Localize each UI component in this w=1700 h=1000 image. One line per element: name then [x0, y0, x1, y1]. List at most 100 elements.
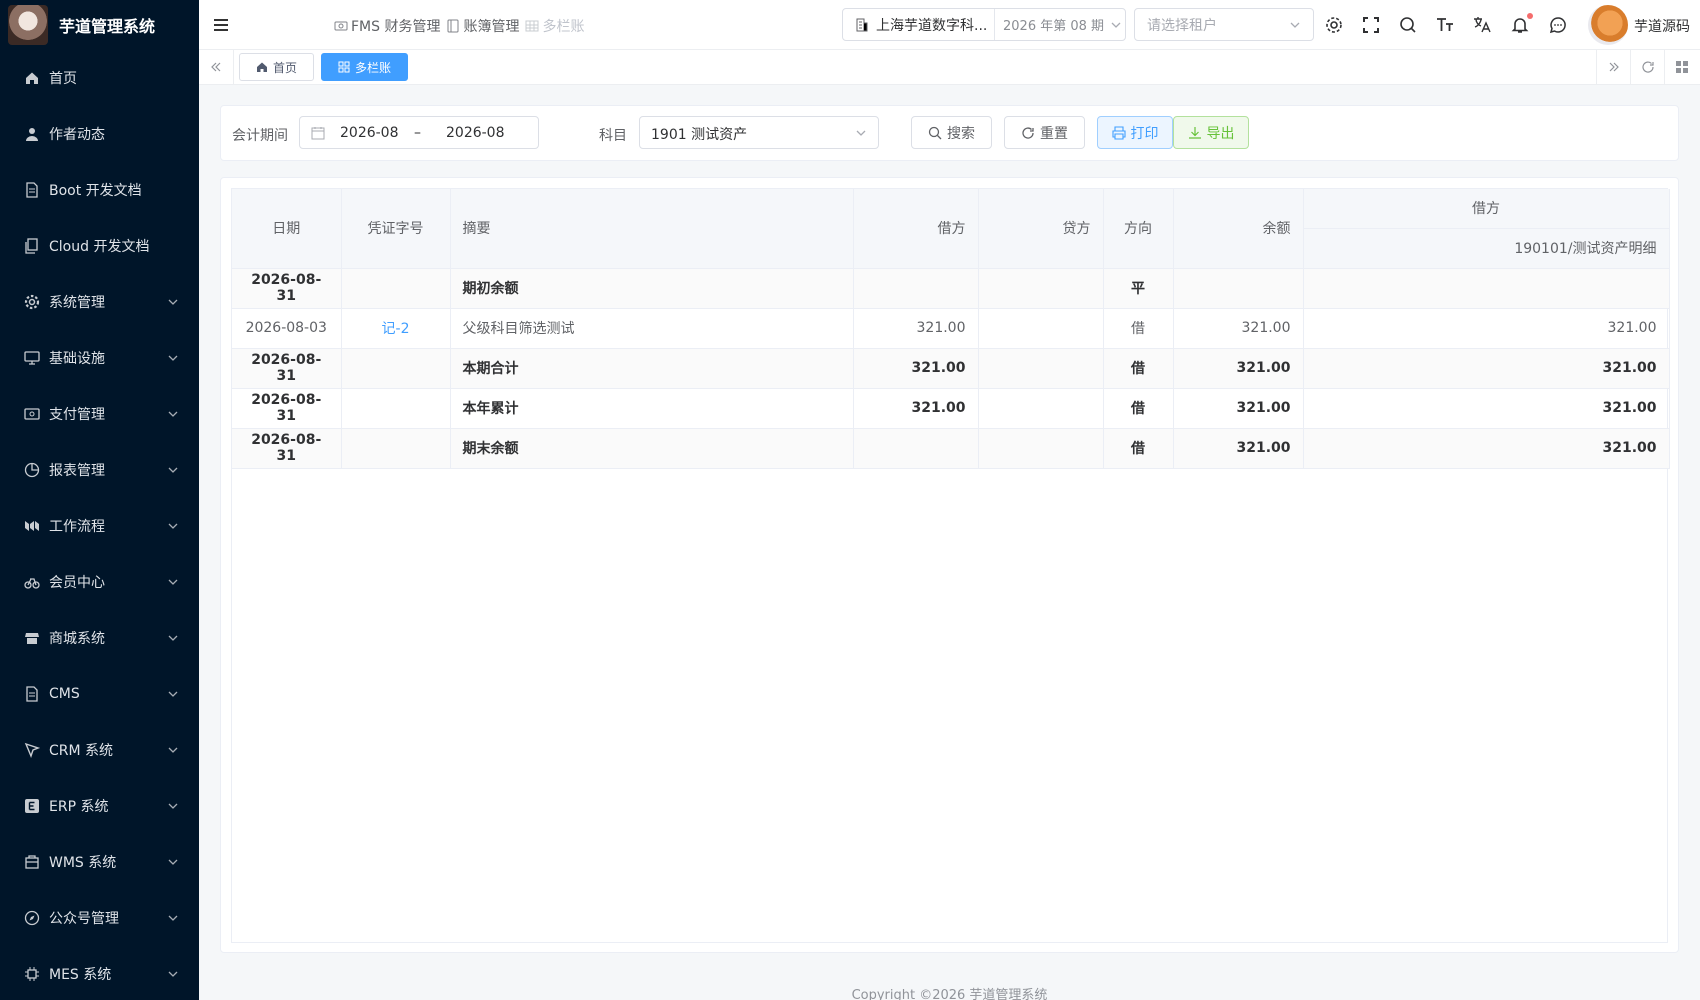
- logo[interactable]: 芋道管理系统: [0, 0, 199, 50]
- tenant-select[interactable]: 请选择租户: [1134, 8, 1314, 41]
- cell-balance-text: 321.00: [1236, 360, 1291, 376]
- period-end[interactable]: 2026-08: [446, 125, 505, 141]
- cell-direction: 借: [1103, 388, 1174, 429]
- cell-sub-account-text: 321.00: [1602, 360, 1657, 376]
- search-button[interactable]: 搜索: [911, 116, 992, 149]
- fullscreen-icon[interactable]: [1362, 16, 1380, 34]
- refresh-icon[interactable]: [1630, 50, 1664, 84]
- documents-icon: [24, 238, 40, 254]
- table-row: 2026-08-03 记-2 父级科目筛选测试 321.00 借 321.00 321.00: [232, 308, 1670, 349]
- cell-direction: 借: [1103, 308, 1174, 349]
- chevron-down-icon: [167, 576, 179, 588]
- reset-button[interactable]: 重置: [1004, 116, 1085, 149]
- breadcrumb-item-fms[interactable]: FMS 财务管理: [334, 16, 440, 36]
- sidebar-item-3[interactable]: Cloud 开发文档: [0, 218, 199, 274]
- chevron-down-icon: [167, 856, 179, 868]
- tabs-bar: 首页 多栏账: [199, 50, 1700, 85]
- tab-home[interactable]: 首页: [239, 53, 315, 81]
- sidebar-item-14[interactable]: WMS 系统: [0, 834, 199, 890]
- cell-summary-text: 期初余额: [462, 281, 519, 297]
- settings-icon[interactable]: [1325, 16, 1343, 34]
- cell-direction: 平: [1103, 268, 1174, 309]
- chevron-down-icon: [167, 688, 179, 700]
- table-row: 2026-08-31 本期合计 321.00 借 321.00 321.00: [232, 348, 1670, 389]
- sidebar-item-label: 支付管理: [49, 407, 105, 423]
- cell-balance: 321.00: [1173, 348, 1304, 389]
- sidebar-item-11[interactable]: CMS: [0, 666, 199, 722]
- sidebar-item-2[interactable]: Boot 开发文档: [0, 162, 199, 218]
- voucher-link[interactable]: 记-2: [382, 321, 410, 337]
- translate-icon[interactable]: [1473, 16, 1491, 34]
- sidebar-item-16[interactable]: MES 系统: [0, 946, 199, 1000]
- payment-icon: [24, 406, 40, 422]
- sidebar-item-4[interactable]: 系统管理: [0, 274, 199, 330]
- subject-select[interactable]: 1901 测试资产: [639, 116, 879, 149]
- sidebar-item-label: 工作流程: [49, 519, 105, 535]
- cell-date-text: 2026-08-31: [251, 392, 322, 424]
- sidebar-item-13[interactable]: ERP 系统: [0, 778, 199, 834]
- sidebar-menu: 首页 作者动态 Boot 开发文档 Cloud 开发文档 系统管理 基础设施支付管理报表管…: [0, 50, 199, 1000]
- username[interactable]: 芋道源码: [1634, 16, 1690, 36]
- header-summary: 摘要: [450, 189, 854, 269]
- cell-credit: [978, 348, 1104, 389]
- sidebar-item-5[interactable]: 基础设施: [0, 330, 199, 386]
- search-icon: [928, 126, 942, 139]
- home-icon: [257, 62, 267, 72]
- bell-icon[interactable]: [1511, 16, 1529, 34]
- chevron-down-icon: [167, 632, 179, 644]
- chevron-down-icon: [1111, 22, 1121, 28]
- cell-balance: 321.00: [1173, 428, 1304, 469]
- cell-debit: 321.00: [853, 348, 979, 389]
- building-icon: [856, 18, 868, 31]
- cell-balance-text: 321.00: [1236, 400, 1291, 416]
- cell-balance-text: 321.00: [1236, 440, 1291, 456]
- chat-icon[interactable]: [1549, 16, 1567, 34]
- cell-voucher: [341, 348, 451, 389]
- export-button[interactable]: 导出: [1173, 116, 1249, 149]
- avatar[interactable]: [1588, 5, 1628, 45]
- search-form: 会计期间 2026-08 – 2026-08 科目 1901 测试资产 搜索 重…: [220, 105, 1679, 161]
- sidebar-item-7[interactable]: 报表管理: [0, 442, 199, 498]
- calendar-icon: [311, 127, 325, 140]
- tab-multi-column-ledger[interactable]: 多栏账: [321, 53, 409, 81]
- period-label: 会计期间: [232, 128, 288, 144]
- sidebar-item-label: Boot 开发文档: [49, 183, 142, 199]
- font-size-icon[interactable]: [1436, 16, 1454, 34]
- cell-date-text: 2026-08-31: [251, 272, 322, 304]
- company-period-select[interactable]: 上海芋道数字科... 2026 年第 08 期: [842, 8, 1126, 41]
- period-start[interactable]: 2026-08: [340, 125, 399, 141]
- sidebar-item-15[interactable]: 公众号管理: [0, 890, 199, 946]
- cell-summary-text: 本年累计: [462, 401, 519, 417]
- cell-credit: [978, 268, 1104, 309]
- cell-sub-account-text: 321.00: [1602, 440, 1657, 456]
- print-button[interactable]: 打印: [1097, 116, 1173, 149]
- monitor-icon: [24, 350, 40, 366]
- cell-summary: 本年累计: [450, 388, 854, 429]
- cell-sub-account: 321.00: [1303, 348, 1670, 389]
- cell-debit: [853, 268, 979, 309]
- search-icon[interactable]: [1399, 16, 1417, 34]
- tabs-scroll-left-icon[interactable]: [199, 50, 234, 84]
- tabs-scroll-right-icon[interactable]: [1596, 50, 1630, 84]
- cell-sub-account-text: 321.00: [1602, 400, 1657, 416]
- cell-direction-text: 借: [1131, 361, 1145, 377]
- cell-date: 2026-08-31: [232, 348, 342, 389]
- period-range-picker[interactable]: 2026-08 – 2026-08: [299, 116, 539, 149]
- sidebar-item-1[interactable]: 作者动态: [0, 106, 199, 162]
- sidebar-item-9[interactable]: 会员中心: [0, 554, 199, 610]
- cell-sub-account: 321.00: [1303, 428, 1670, 469]
- sidebar-item-label: WMS 系统: [49, 855, 117, 871]
- menu-toggle-icon[interactable]: [213, 17, 229, 33]
- sidebar-item-10[interactable]: 商城系统: [0, 610, 199, 666]
- cell-direction: 借: [1103, 428, 1174, 469]
- finance-icon: [334, 21, 348, 31]
- cell-direction: 借: [1103, 348, 1174, 389]
- sidebar-item-6[interactable]: 支付管理: [0, 386, 199, 442]
- sidebar-item-0[interactable]: 首页: [0, 50, 199, 106]
- sidebar-item-8[interactable]: 工作流程: [0, 498, 199, 554]
- ledger-table-body: 2026-08-31 期初余额 平 2026-08-03 记-2 父级科目筛选测试 321.…: [232, 268, 1670, 469]
- breadcrumb-item-book[interactable]: 账簿管理: [446, 16, 519, 36]
- chip-icon: [24, 966, 40, 982]
- tabs-menu-icon[interactable]: [1664, 50, 1698, 84]
- sidebar-item-12[interactable]: CRM 系统: [0, 722, 199, 778]
